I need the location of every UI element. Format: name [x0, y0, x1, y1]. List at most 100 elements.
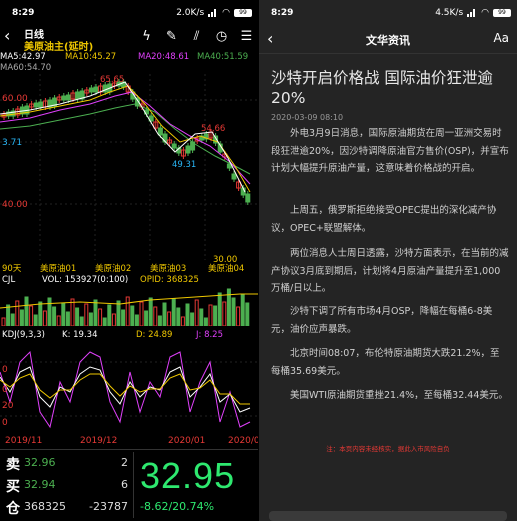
font-size-toggle[interactable]: Aa — [493, 31, 509, 45]
candle — [75, 91, 81, 100]
contract-04[interactable]: 美原油04 — [208, 262, 244, 274]
time-label-4: 2020/0 — [228, 436, 258, 446]
volume-bar — [98, 308, 103, 326]
price-axis-mid: 3.71 — [2, 138, 23, 148]
volume-bar — [157, 315, 162, 326]
kdj-label: KDJ(9,3,3) — [2, 330, 45, 340]
oi-label: 仓 — [6, 501, 20, 517]
contract-01[interactable]: 美原油01 — [40, 262, 76, 274]
contract-days: 90天 — [2, 264, 22, 274]
network-speed: 2.0K/s — [176, 8, 205, 18]
clock-icon[interactable]: ◷ — [214, 29, 229, 44]
candle — [88, 87, 94, 93]
kdj-axis-a: 0 — [2, 365, 8, 375]
volume-bar — [203, 317, 208, 326]
volume-bar — [134, 314, 139, 326]
volume-bar — [176, 307, 181, 326]
pen-icon[interactable]: ✎ — [164, 29, 179, 44]
bid-row[interactable]: 买 32.94 6 — [0, 474, 132, 496]
bid-price: 32.94 — [24, 478, 56, 491]
article-paragraph-6: 美国WTI原油期货重挫21.4%，至每桶32.44美元。 — [290, 390, 508, 401]
news-header: ‹ 文华资讯 Aa — [259, 24, 517, 54]
kdj-k: K: 19.34 — [62, 330, 98, 340]
candle — [93, 86, 99, 93]
quote-divider — [133, 452, 134, 518]
candle — [65, 94, 71, 101]
lightning-icon[interactable]: ϟ — [139, 29, 154, 44]
volume-bar — [75, 307, 80, 326]
candle — [33, 102, 39, 108]
volume-bar — [144, 310, 149, 326]
signal-icon — [208, 9, 218, 17]
volume-bar — [213, 305, 218, 326]
menu-icon[interactable]: ☰ — [239, 29, 254, 44]
volume-bar — [222, 301, 227, 326]
price-axis-bottom: 40.00 — [2, 200, 28, 210]
candlestick-chart[interactable] — [0, 74, 258, 260]
kdj-j: J: 8.25 — [196, 330, 223, 340]
volume-bar — [79, 316, 84, 326]
ma-legend-row-2: MA60:54.70 — [0, 63, 258, 74]
volume-bar — [231, 297, 236, 326]
candle — [231, 173, 237, 180]
status-bar: 8:29 2.0K/s ◠ 99 — [0, 0, 258, 24]
volume-bar — [185, 303, 190, 326]
kdj-chart[interactable] — [0, 342, 258, 436]
article-paragraph-5: 北京时间08:07，布伦特原油期货大跌21.2%，至每桶35.69美元。 — [271, 348, 500, 377]
volume-bar — [116, 300, 121, 326]
volume-bar — [125, 296, 130, 326]
ask-qty: 2 — [121, 456, 128, 469]
wifi-icon: ◠ — [481, 8, 489, 18]
volume-bar — [24, 296, 29, 326]
ma20-label: MA20:48.61 — [138, 52, 190, 62]
contract-03[interactable]: 美原油03 — [150, 262, 186, 274]
annotation-high: 65.65 — [100, 75, 125, 85]
volume-bar — [107, 304, 112, 326]
ask-row[interactable]: 卖 32.96 2 — [0, 452, 132, 474]
back-icon[interactable]: ‹ — [4, 26, 18, 46]
volume-label: CJL — [2, 275, 16, 285]
candle — [61, 95, 67, 101]
battery-icon: 99 — [234, 9, 252, 17]
volume-bar — [236, 306, 241, 326]
volume-bar — [38, 301, 43, 326]
article-paragraph-1: 外电3月9日消息，国际原油期货在周一亚洲交易时段狂泄逾20%，因沙特调降原油官方… — [271, 128, 509, 174]
volume-bar — [245, 302, 250, 326]
volume-bar — [240, 293, 245, 326]
ma60-label: MA60:54.70 — [0, 63, 52, 73]
volume-bar — [47, 297, 52, 326]
bid-qty: 6 — [121, 478, 128, 491]
candle — [245, 193, 251, 203]
volume-bar — [180, 316, 185, 326]
instrument-name[interactable]: 美原油主(延时) — [24, 38, 93, 53]
bid-label: 买 — [6, 479, 20, 495]
time-label-2: 2019/12 — [80, 436, 118, 446]
candle — [185, 145, 191, 154]
contract-02[interactable]: 美原油02 — [95, 262, 131, 274]
ask-label: 卖 — [6, 457, 20, 473]
chart-header: ‹ 日线 美原油主(延时) ϟ ✎ ⫽ ◷ ☰ — [0, 24, 258, 53]
volume-bar — [190, 312, 195, 326]
volume-bar — [148, 297, 153, 326]
volume-bar — [6, 304, 11, 326]
ask-price: 32.96 — [24, 456, 56, 469]
volume-bar — [171, 298, 176, 326]
network-speed-right: 4.5K/s — [435, 8, 464, 18]
signal-icon — [467, 9, 477, 17]
article-paragraph-3: 两位消息人士周日透露，沙特方面表示，在当前的减产协议3月底到期后，计划将4月原油… — [271, 248, 509, 294]
volume-bar — [15, 300, 20, 326]
disclaimer: 注：本页内容未经核实，据此入市风险自负 — [326, 445, 450, 453]
candle — [157, 127, 163, 136]
draw-lines-icon[interactable]: ⫽ — [189, 29, 204, 44]
article-title: 沙特开启价格战 国际油价狂泄逾20% — [271, 69, 493, 107]
left-panel: 8:29 2.0K/s ◠ 99 ‹ 日线 美原油主(延时) ϟ ✎ ⫽ ◷ ☰… — [0, 0, 258, 521]
last-price: 32.95 — [140, 455, 236, 496]
ma-legend-row-1: MA5:42.97 MA10:45.27 MA20:48.61 MA40:51.… — [0, 52, 258, 63]
volume-bar — [52, 306, 57, 326]
article-paragraph-4: 沙特下调了所有市场4月OSP，降幅在每桶6-8美元，油价应声暴跌。 — [271, 306, 493, 335]
wifi-icon: ◠ — [222, 8, 230, 18]
volume-chart[interactable] — [0, 286, 258, 326]
bottom-nav-handle — [259, 511, 517, 521]
volume-bar — [194, 299, 199, 326]
volume-bar — [88, 312, 93, 326]
